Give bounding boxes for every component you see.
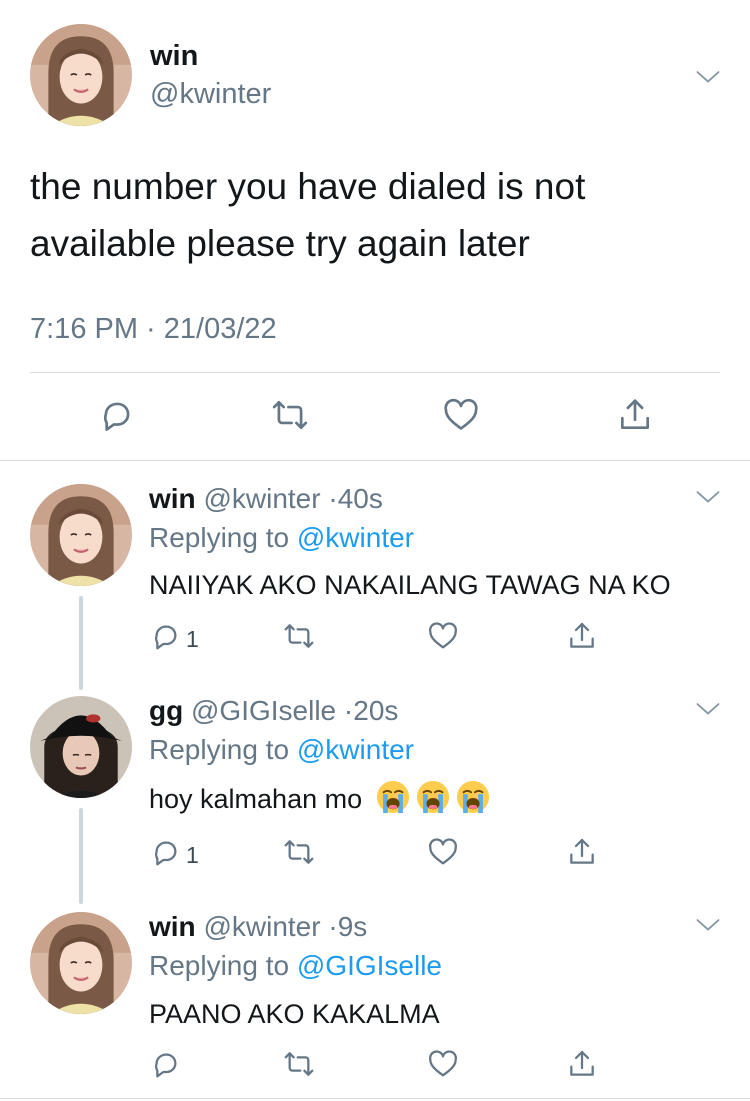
share-icon[interactable] xyxy=(566,836,598,868)
winter-avatar-image xyxy=(30,24,132,126)
author-handle[interactable]: @kwinter xyxy=(203,911,320,942)
reply-header: gg @GIGIselle ·20s xyxy=(149,695,399,726)
replying-to: Replying to @GIGIselle xyxy=(149,950,443,981)
retweet-icon[interactable] xyxy=(271,396,309,434)
reply-time[interactable]: 20s xyxy=(353,695,398,726)
like-icon[interactable] xyxy=(427,620,459,652)
divider xyxy=(30,372,720,373)
author-name[interactable]: gg xyxy=(149,695,183,726)
giselle-avatar-image xyxy=(30,696,132,798)
replying-to: Replying to @kwinter xyxy=(149,734,414,765)
divider xyxy=(0,460,750,461)
retweet-icon[interactable] xyxy=(283,620,315,652)
mention-link[interactable]: @GIGIselle xyxy=(297,950,442,981)
reply-count: 1 xyxy=(186,626,199,652)
reply-count: 1 xyxy=(186,842,199,868)
author-name[interactable]: win xyxy=(150,38,198,74)
reply-text: NAIIYAK AKO NAKAILANG TAWAG NA KO xyxy=(149,570,671,600)
winter-avatar-image xyxy=(30,912,132,1014)
share-icon[interactable] xyxy=(616,396,654,434)
reply-text: PAANO AKO KAKALMA xyxy=(149,999,440,1029)
loudly-crying-face-icon xyxy=(456,780,490,814)
thread-line xyxy=(79,596,83,690)
share-icon[interactable] xyxy=(566,620,598,652)
reply-time[interactable]: 9s xyxy=(338,911,368,942)
avatar[interactable] xyxy=(30,696,132,798)
reply-icon[interactable] xyxy=(150,620,182,652)
tweet-timestamp[interactable]: 7:16 PM · 21/03/22 xyxy=(30,311,277,347)
author-handle[interactable]: @kwinter xyxy=(150,76,271,112)
loudly-crying-face-icon xyxy=(416,780,450,814)
reply-header: win @kwinter ·40s xyxy=(149,483,383,514)
reply-icon[interactable] xyxy=(150,836,182,868)
like-icon[interactable] xyxy=(427,1048,459,1080)
reply-icon[interactable] xyxy=(150,1048,182,1080)
chevron-down-icon[interactable] xyxy=(694,64,722,92)
reply-text: hoy kalmahan mo xyxy=(149,784,363,814)
winter-avatar-image xyxy=(30,484,132,586)
share-icon[interactable] xyxy=(566,1048,598,1080)
like-icon[interactable] xyxy=(427,836,459,868)
author-handle[interactable]: @GIGIselle xyxy=(191,695,336,726)
tweet-text: the number you have dialed is not availa… xyxy=(30,166,586,264)
like-icon[interactable] xyxy=(442,396,480,434)
replying-to: Replying to @kwinter xyxy=(149,522,414,553)
author-name[interactable]: win xyxy=(149,483,196,514)
chevron-down-icon[interactable] xyxy=(694,696,722,724)
reply-text-row: hoy kalmahan mo xyxy=(149,780,490,818)
thread-line xyxy=(79,808,83,904)
retweet-icon[interactable] xyxy=(283,1048,315,1080)
mention-link[interactable]: @kwinter xyxy=(297,522,414,553)
retweet-icon[interactable] xyxy=(283,836,315,868)
reply-header: win @kwinter ·9s xyxy=(149,911,368,942)
chevron-down-icon[interactable] xyxy=(694,484,722,512)
chevron-down-icon[interactable] xyxy=(694,912,722,940)
avatar[interactable] xyxy=(30,484,132,586)
author-handle[interactable]: @kwinter xyxy=(203,483,320,514)
avatar[interactable] xyxy=(30,912,132,1014)
mention-link[interactable]: @kwinter xyxy=(297,734,414,765)
loudly-crying-face-icon xyxy=(376,780,410,814)
reply-time[interactable]: 40s xyxy=(338,483,383,514)
reply-icon[interactable] xyxy=(98,396,136,434)
divider xyxy=(0,1098,750,1099)
avatar[interactable] xyxy=(30,24,132,126)
author-name[interactable]: win xyxy=(149,911,196,942)
